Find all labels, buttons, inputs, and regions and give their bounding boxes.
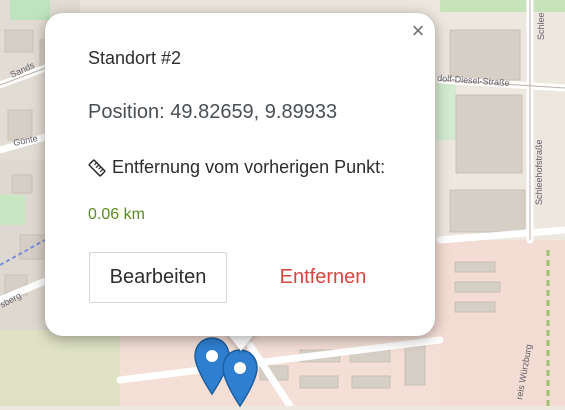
street-label-schlee-top: Schlee [536, 12, 546, 40]
close-icon[interactable]: × [408, 20, 428, 42]
distance-value: 0.06 km [88, 206, 145, 223]
edit-button[interactable]: Bearbeiten [89, 252, 227, 303]
distance-label: Entfernung vom vorherigen Punkt: [112, 157, 386, 177]
map-marker-icon[interactable] [221, 348, 259, 410]
ruler-icon [88, 159, 106, 176]
position-text: Position: 49.82659, 9.89933 [88, 101, 338, 123]
distance-label-row: Entfernung vom vorherigen Punkt: [88, 157, 385, 178]
street-label-schleehof: Schleehofstraße [534, 139, 544, 205]
popup-title: Standort #2 [88, 48, 182, 68]
remove-button[interactable]: Entfernen [262, 252, 384, 303]
